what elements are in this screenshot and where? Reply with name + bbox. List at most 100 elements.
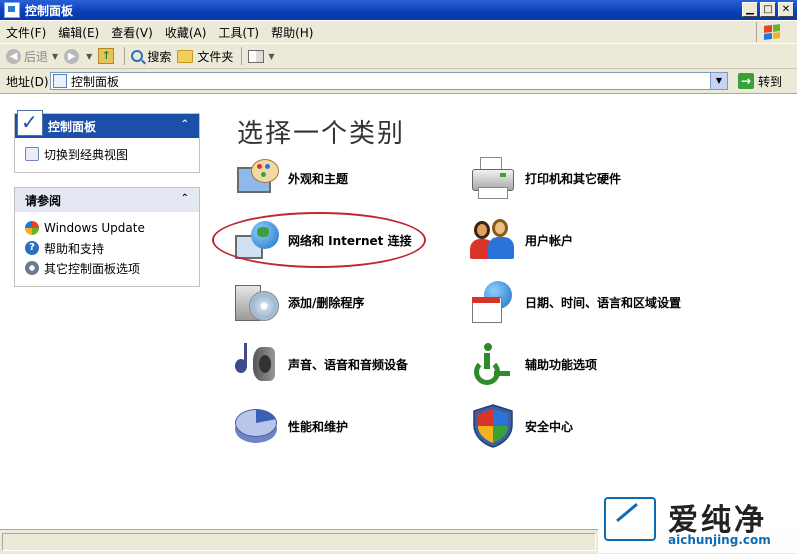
control-panel-panel-header[interactable]: 控制面板 ⌃ <box>15 110 199 138</box>
cd-box-icon <box>233 279 279 325</box>
page-heading: 选择一个类别 <box>237 119 406 149</box>
highlight-ellipse <box>212 212 426 268</box>
windows-update-label: Windows Update <box>44 221 145 235</box>
category-appearance-themes[interactable]: 外观和主题 <box>233 155 348 201</box>
title-bar: 控制面板 ▁ □ ✕ <box>0 0 797 20</box>
panel-body: Windows Update ? 帮助和支持 其它控制面板选项 <box>15 212 199 286</box>
status-cell <box>2 533 596 551</box>
category-label: 用户帐户 <box>525 233 574 248</box>
category-sound-speech-audio[interactable]: 声音、语音和音频设备 <box>233 341 408 387</box>
watermark: 爱纯净 aichunjing.com <box>598 491 797 553</box>
windows-logo-icon <box>756 22 787 42</box>
users-icon <box>470 217 516 263</box>
address-label: 地址(D) <box>6 74 49 89</box>
control-panel-icon <box>53 74 67 88</box>
switch-classic-view-label: 切换到经典视图 <box>44 147 129 162</box>
shield-icon <box>470 403 516 449</box>
other-options-link[interactable]: 其它控制面板选项 <box>25 258 199 278</box>
search-button[interactable]: 搜索 <box>131 48 171 65</box>
up-button[interactable]: ↑ <box>98 48 116 64</box>
search-label: 搜索 <box>147 49 172 64</box>
windows-update-link[interactable]: Windows Update <box>25 218 199 238</box>
folder-icon <box>177 49 194 63</box>
help-support-link[interactable]: ? 帮助和支持 <box>25 238 199 258</box>
category-label: 辅助功能选项 <box>525 357 598 372</box>
gear-icon <box>25 261 39 275</box>
chevron-down-icon: ▼ <box>86 51 93 61</box>
search-icon <box>131 50 144 62</box>
go-arrow-icon: → <box>738 73 754 89</box>
close-button[interactable]: ✕ <box>778 2 794 17</box>
content-area: 控制面板 ⌃ 切换到经典视图 请参阅 ⌃ Windows Update <box>0 94 797 528</box>
chevron-down-icon: ▼ <box>268 51 275 61</box>
control-panel-checkmark-icon <box>17 110 43 136</box>
toolbar: ◀ 后退 ▼ ▶ ▼ ↑ 搜索 文件夹 ▼ <box>0 44 797 69</box>
see-also-panel-header[interactable]: 请参阅 ⌃ <box>15 188 199 212</box>
category-security-center[interactable]: 安全中心 <box>470 403 573 449</box>
go-button[interactable]: → 转到 <box>738 73 782 90</box>
chevron-down-icon: ▼ <box>52 51 59 61</box>
category-add-remove-programs[interactable]: 添加/删除程序 <box>233 279 364 325</box>
collapse-chevron-icon[interactable]: ⌃ <box>181 119 189 130</box>
category-label: 外观和主题 <box>288 171 349 186</box>
category-label: 打印机和其它硬件 <box>525 171 622 186</box>
folders-button[interactable]: 文件夹 <box>177 48 233 65</box>
see-also-panel: 请参阅 ⌃ Windows Update ? 帮助和支持 其它控制面板选项 <box>14 187 200 287</box>
window-controls: ▁ □ ✕ <box>742 2 794 17</box>
views-button[interactable]: ▼ <box>248 49 275 63</box>
back-button[interactable]: ◀ 后退 ▼ <box>6 48 58 65</box>
forward-button[interactable]: ▶ ▼ <box>64 48 93 64</box>
watermark-url: aichunjing.com <box>668 533 771 547</box>
control-panel-panel: 控制面板 ⌃ 切换到经典视图 <box>14 110 200 173</box>
menu-tools[interactable]: 工具(T) <box>212 24 265 41</box>
category-label: 安全中心 <box>525 419 574 434</box>
address-input[interactable]: 控制面板 ▼ <box>50 72 728 90</box>
printer-icon <box>470 155 516 201</box>
category-label: 添加/删除程序 <box>288 295 365 310</box>
category-printers-hardware[interactable]: 打印机和其它硬件 <box>470 155 621 201</box>
toolbar-divider <box>124 47 126 65</box>
wheelchair-icon <box>470 341 516 387</box>
menu-help[interactable]: 帮助(H) <box>265 24 319 41</box>
switch-classic-view-link[interactable]: 切换到经典视图 <box>25 144 199 164</box>
control-panel-icon <box>4 2 20 18</box>
help-support-label: 帮助和支持 <box>44 241 105 256</box>
address-dropdown-button[interactable]: ▼ <box>710 73 727 89</box>
menu-file[interactable]: 文件(F) <box>0 24 52 41</box>
back-label: 后退 <box>24 49 49 64</box>
folder-up-icon: ↑ <box>98 48 115 64</box>
appearance-palette-icon <box>233 155 279 201</box>
category-label: 日期、时间、语言和区域设置 <box>525 295 682 310</box>
calendar-globe-icon <box>470 279 516 325</box>
see-also-title: 请参阅 <box>25 193 62 208</box>
category-performance-maintenance[interactable]: 性能和维护 <box>233 403 348 449</box>
classic-view-icon <box>25 147 39 161</box>
menu-view[interactable]: 查看(V) <box>105 24 159 41</box>
panel-title: 控制面板 <box>48 119 97 134</box>
views-icon <box>248 49 265 63</box>
category-date-time-language[interactable]: 日期、时间、语言和区域设置 <box>470 279 681 325</box>
other-options-label: 其它控制面板选项 <box>44 261 141 276</box>
menu-edit[interactable]: 编辑(E) <box>52 24 105 41</box>
address-bar: 地址(D) 控制面板 ▼ → 转到 <box>0 69 797 94</box>
address-value: 控制面板 <box>71 74 120 89</box>
category-label: 声音、语音和音频设备 <box>288 357 409 372</box>
windows-update-icon <box>25 221 39 235</box>
menu-bar: 文件(F) 编辑(E) 查看(V) 收藏(A) 工具(T) 帮助(H) <box>0 21 797 44</box>
forward-arrow-icon: ▶ <box>64 48 80 64</box>
menu-favorites[interactable]: 收藏(A) <box>159 24 213 41</box>
pie-chart-icon <box>233 403 279 449</box>
panel-body: 切换到经典视图 <box>15 138 199 172</box>
help-icon: ? <box>25 241 39 255</box>
category-user-accounts[interactable]: 用户帐户 <box>470 217 573 263</box>
watermark-logo-icon <box>604 497 656 541</box>
back-arrow-icon: ◀ <box>6 48 21 64</box>
toolbar-divider <box>241 47 243 65</box>
collapse-chevron-icon[interactable]: ⌃ <box>181 193 189 204</box>
minimize-button[interactable]: ▁ <box>742 2 758 17</box>
maximize-button[interactable]: □ <box>760 2 776 17</box>
category-accessibility[interactable]: 辅助功能选项 <box>470 341 597 387</box>
task-pane: 控制面板 ⌃ 切换到经典视图 请参阅 ⌃ Windows Update <box>14 110 200 301</box>
go-label: 转到 <box>758 74 783 89</box>
speaker-note-icon <box>233 341 279 387</box>
